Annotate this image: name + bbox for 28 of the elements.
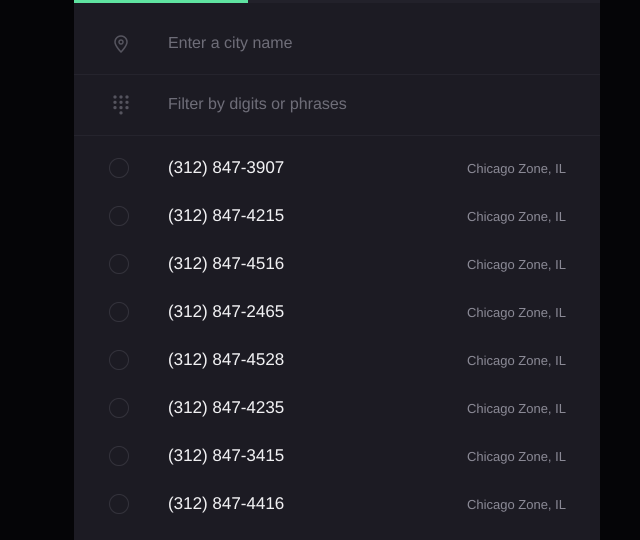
- region-label: Chicago Zone, IL: [466, 352, 566, 368]
- phone-number: (312) 847-3415: [168, 446, 286, 466]
- radio-button[interactable]: [109, 206, 129, 226]
- phone-number: (312) 847-4516: [168, 254, 286, 274]
- region-label: Chicago Zone, IL: [466, 208, 566, 224]
- radio-button[interactable]: [109, 494, 129, 514]
- city-input-field[interactable]: Enter a city name: [168, 31, 570, 57]
- radio-button[interactable]: [109, 254, 129, 274]
- radio-button[interactable]: [109, 158, 129, 178]
- region-label: Chicago Zone, IL: [466, 400, 566, 416]
- phone-number: (312) 847-4215: [168, 206, 286, 226]
- phone-number: (312) 847-4528: [168, 350, 286, 370]
- phone-number: (312) 847-2465: [168, 302, 286, 322]
- phone-number: (312) 847-4416: [168, 494, 286, 514]
- region-label: Chicago Zone, IL: [466, 448, 566, 464]
- radio-button[interactable]: [109, 302, 129, 322]
- location-pin-icon: [114, 35, 128, 53]
- phone-number: (312) 847-4235: [168, 398, 286, 418]
- filter-input-field[interactable]: Filter by digits or phrases: [168, 92, 570, 118]
- radio-button[interactable]: [109, 350, 129, 370]
- keypad-icon: [113, 95, 129, 115]
- region-label: Chicago Zone, IL: [466, 256, 566, 272]
- radio-button[interactable]: [109, 446, 129, 466]
- phone-number: (312) 847-3907: [168, 158, 286, 178]
- region-label: Chicago Zone, IL: [466, 160, 566, 176]
- region-label: Chicago Zone, IL: [466, 496, 566, 512]
- region-label: Chicago Zone, IL: [466, 304, 566, 320]
- radio-button[interactable]: [109, 398, 129, 418]
